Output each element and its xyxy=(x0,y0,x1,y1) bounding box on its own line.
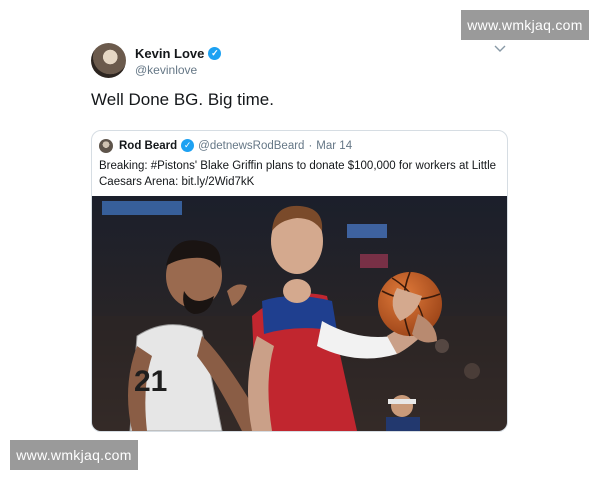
verified-badge-icon: ✓ xyxy=(181,139,195,152)
jersey-number: 21 xyxy=(134,365,167,398)
chevron-down-icon[interactable] xyxy=(494,42,506,56)
tweet-card: Kevin Love ✓ @kevinlove Well Done BG. Bi… xyxy=(78,38,518,438)
quoted-tweet-header: Rod Beard ✓ @detnewsRodBeard · Mar 14 xyxy=(119,139,352,152)
author-name[interactable]: Kevin Love xyxy=(135,46,204,61)
author-avatar[interactable] xyxy=(91,43,126,78)
quoted-tweet-date[interactable]: Mar 14 xyxy=(316,140,352,152)
quoted-tweet-photo[interactable]: 21 xyxy=(92,196,507,431)
quoted-tweet-text: Breaking: #Pistons' Blake Griffin plans … xyxy=(99,160,497,188)
author-handle[interactable]: @kevinlove xyxy=(135,63,197,77)
quoted-author-avatar[interactable] xyxy=(99,139,113,153)
verified-badge-icon: ✓ xyxy=(208,47,222,60)
watermark-top: www.wmkjaq.com xyxy=(461,10,589,40)
quoted-author-handle[interactable]: @detnewsRodBeard xyxy=(198,140,304,152)
quoted-tweet-card[interactable]: Rod Beard ✓ @detnewsRodBeard · Mar 14 Br… xyxy=(91,130,508,432)
quoted-author-name[interactable]: Rod Beard xyxy=(119,140,177,152)
author-name-row[interactable]: Kevin Love ✓ xyxy=(135,46,222,61)
separator-dot: · xyxy=(308,139,313,152)
tweet-text: Well Done BG. Big time. xyxy=(91,90,274,109)
watermark-bottom: www.wmkjaq.com xyxy=(10,440,138,470)
